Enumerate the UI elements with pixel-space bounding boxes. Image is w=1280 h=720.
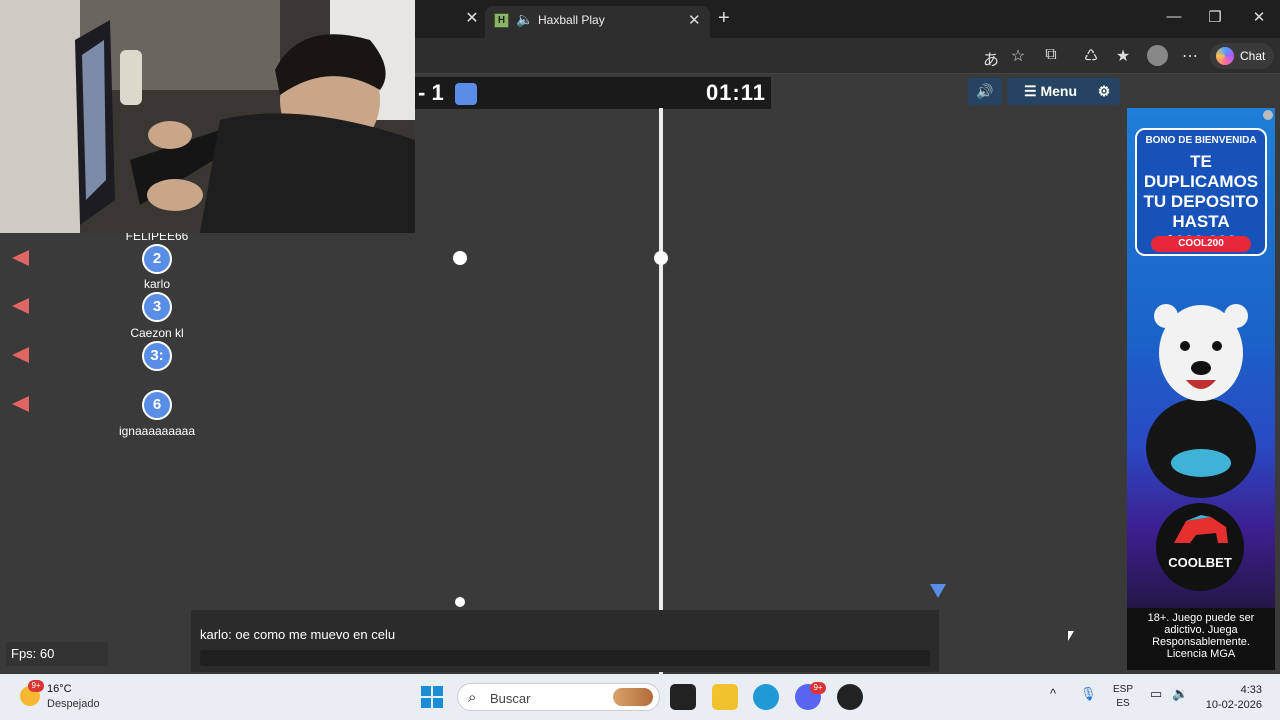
minimize-icon[interactable]: — [1159,8,1189,25]
search-placeholder: Buscar [490,691,531,706]
favorites-icon[interactable]: ★ [1112,46,1134,66]
ad-offer-card: BONO DE BIENVENIDA TE DUPLICAMOS TU DEPO… [1135,128,1267,256]
start-button[interactable] [421,686,443,708]
weather-temperature[interactable]: 16°C [47,683,72,695]
blue-team-marker [455,83,477,105]
file-explorer-icon[interactable] [712,684,738,710]
match-timer: 01:11 [705,80,766,105]
translate-icon[interactable]: あ [980,46,1002,70]
system-clock[interactable]: 4:33 10-02-2026 [1200,683,1262,713]
search-highlight-image [613,688,653,706]
bear-logo-icon [1174,515,1228,543]
screen: ✕ H 🔈 Haxball Play ✕ + — ❐ ✕ あ ☆ ⧉ ♺ ★ ⋯… [0,0,1280,720]
favorite-star-icon[interactable]: ☆ [1007,46,1029,66]
game-ball [654,251,668,265]
red-arrow-icon [12,298,29,314]
discord-badge: 9+ [810,682,826,694]
extensions-icon[interactable]: ⧉ [1040,46,1062,64]
red-arrow-icon [12,250,29,266]
close-tab-icon[interactable]: ✕ [462,9,482,29]
chat-message: karlo: oe como me muevo en celu [200,627,396,642]
ad-code: COOL200 [1151,236,1251,252]
tab-haxball[interactable]: H 🔈 Haxball Play ✕ [485,6,710,38]
new-tab-button[interactable]: + [718,7,730,30]
search-icon: ⌕ [468,689,477,706]
player-disc: 6 [142,390,172,420]
haxball-favicon-icon: H [494,13,509,28]
chat-label: Chat [1240,49,1266,63]
sound-button[interactable]: 🔊 [968,78,1002,105]
ad-disclaimer: 18+. Juego puede ser adictivo. Juega Res… [1127,608,1275,670]
address-bar[interactable] [415,42,965,70]
profile-icon[interactable] [1147,45,1168,66]
settings-button[interactable]: ⚙ [1088,78,1120,105]
coolbet-ad[interactable]: BONO DE BIENVENIDA TE DUPLICAMOS TU DEPO… [1127,108,1275,670]
maximize-icon[interactable]: ❐ [1200,8,1230,26]
volume-icon[interactable]: 🔉 [1172,686,1188,702]
weather-description[interactable]: Despejado [47,698,100,710]
copilot-icon [1216,47,1234,65]
show-hidden-icons-icon[interactable]: ^ [1050,686,1056,701]
webcam-image [0,0,415,233]
close-window-icon[interactable]: ✕ [1244,8,1274,26]
clock-date: 10-02-2026 [1205,699,1262,711]
tab-title: Haxball Play [538,13,605,27]
keyboard-layout: ES [1116,698,1130,709]
score: - 1 [418,80,444,105]
coolbet-logo: COOLBET [1156,503,1244,591]
ad-info-icon[interactable] [1263,110,1273,120]
close-tab-icon[interactable]: ✕ [688,11,701,29]
post-marker [453,251,467,265]
player-disc: 2 [142,244,172,274]
microphone-icon[interactable]: 🎙 [1080,686,1097,702]
player-disc: 3 [142,292,172,322]
player-disc: 3: [142,341,172,371]
menu-button[interactable]: ☰ Menu [1007,78,1094,105]
player-name: ignaaaaaaaaa [118,424,196,438]
polar-bear-mascot-icon [1146,304,1256,498]
clock-time: 4:33 [1240,684,1262,696]
webcam-overlay [0,0,415,233]
edge-browser-icon[interactable] [753,684,779,710]
offscreen-player-indicator [930,584,946,598]
windows-taskbar: 9+ 16°C Despejado ⌕ Buscar 9+ ^ 🎙 ESP ES… [0,674,1280,720]
obs-icon[interactable] [837,684,863,710]
ad-bonus-text: BONO DE BIENVENIDA [1145,135,1257,146]
taskbar-search[interactable]: ⌕ Buscar [457,683,660,711]
player-name: Caezon kl [130,326,184,340]
copilot-chat-button[interactable]: Chat [1210,43,1274,69]
network-icon[interactable]: ▭ [1150,686,1162,702]
mouse-cursor-icon [1068,631,1074,641]
red-arrow-icon [12,396,29,412]
language-indicator[interactable]: ESP ES [1113,683,1133,711]
center-line [659,108,663,674]
chat-panel: karlo: oe como me muevo en celu [191,610,939,672]
reading-icon[interactable]: ♺ [1080,46,1102,66]
fps-counter: Fps: 60 [6,642,108,666]
coolbet-brand: COOLBET [1168,555,1232,570]
player-name: karlo [143,277,170,291]
post-marker [455,597,465,607]
audio-playing-icon[interactable]: 🔈 [516,11,533,28]
scoreboard: - 1 01:11 [415,77,771,109]
notification-badge: 9+ [28,680,44,692]
more-icon[interactable]: ⋯ [1179,46,1201,66]
task-view-icon[interactable] [670,684,696,710]
language-code: ESP [1113,684,1134,695]
red-arrow-icon [12,347,29,363]
chat-input[interactable] [200,650,930,666]
